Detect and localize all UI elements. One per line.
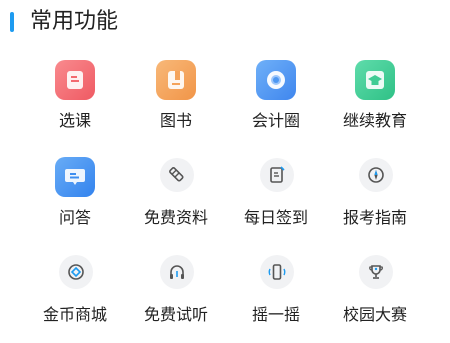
section-title: 常用功能 [30, 9, 119, 34]
menu-item-coin-mall[interactable]: 金币商城 [25, 246, 125, 341]
menu-item-exam-guide[interactable]: 报考指南 [325, 149, 425, 244]
function-grid: 选课 图书 会计圈 继续教育 问答 免费资料 每日签到 报考指南 金币商城 免费… [0, 52, 450, 343]
pencil-icon [160, 158, 194, 192]
menu-item-label: 图书 [159, 111, 192, 130]
headphones-icon [160, 255, 194, 289]
section-header: 常用功能 [0, 0, 450, 44]
grid-row: 问答 免费资料 每日签到 报考指南 [0, 149, 450, 246]
menu-item-accounting-circle[interactable]: 会计圈 [226, 52, 326, 147]
qa-icon [55, 157, 95, 197]
menu-item-label: 金币商城 [42, 305, 107, 324]
menu-item-daily-checkin[interactable]: 每日签到 [226, 149, 326, 244]
menu-item-label: 继续教育 [342, 111, 407, 130]
menu-item-label: 免费资料 [143, 208, 208, 227]
graduation-cap-icon [355, 60, 395, 100]
menu-item-qa[interactable]: 问答 [25, 149, 125, 244]
grid-row: 选课 图书 会计圈 继续教育 [0, 52, 450, 149]
coin-icon [59, 255, 93, 289]
grid-row: 金币商城 免费试听 摇一摇 校园大赛 [0, 246, 450, 343]
shake-icon [260, 255, 294, 289]
course-icon [55, 60, 95, 100]
sign-in-icon [260, 158, 294, 192]
menu-item-label: 摇一摇 [251, 305, 300, 324]
compass-icon [359, 158, 393, 192]
menu-item-shake[interactable]: 摇一摇 [226, 246, 326, 341]
menu-item-label: 报考指南 [342, 208, 407, 227]
menu-item-label: 会计圈 [251, 111, 300, 130]
trophy-icon [359, 255, 393, 289]
book-icon [156, 60, 196, 100]
menu-item-label: 每日签到 [243, 208, 308, 227]
menu-item-free-materials[interactable]: 免费资料 [126, 149, 226, 244]
menu-item-free-trial[interactable]: 免费试听 [126, 246, 226, 341]
menu-item-label: 问答 [58, 208, 91, 227]
accent-bar [10, 12, 14, 32]
menu-item-label: 选课 [58, 111, 91, 130]
menu-item-continuing-education[interactable]: 继续教育 [325, 52, 425, 147]
menu-item-course[interactable]: 选课 [25, 52, 125, 147]
menu-item-label: 校园大赛 [342, 305, 407, 324]
circle-icon [256, 60, 296, 100]
menu-item-label: 免费试听 [143, 305, 208, 324]
menu-item-book[interactable]: 图书 [126, 52, 226, 147]
menu-item-campus-contest[interactable]: 校园大赛 [325, 246, 425, 341]
